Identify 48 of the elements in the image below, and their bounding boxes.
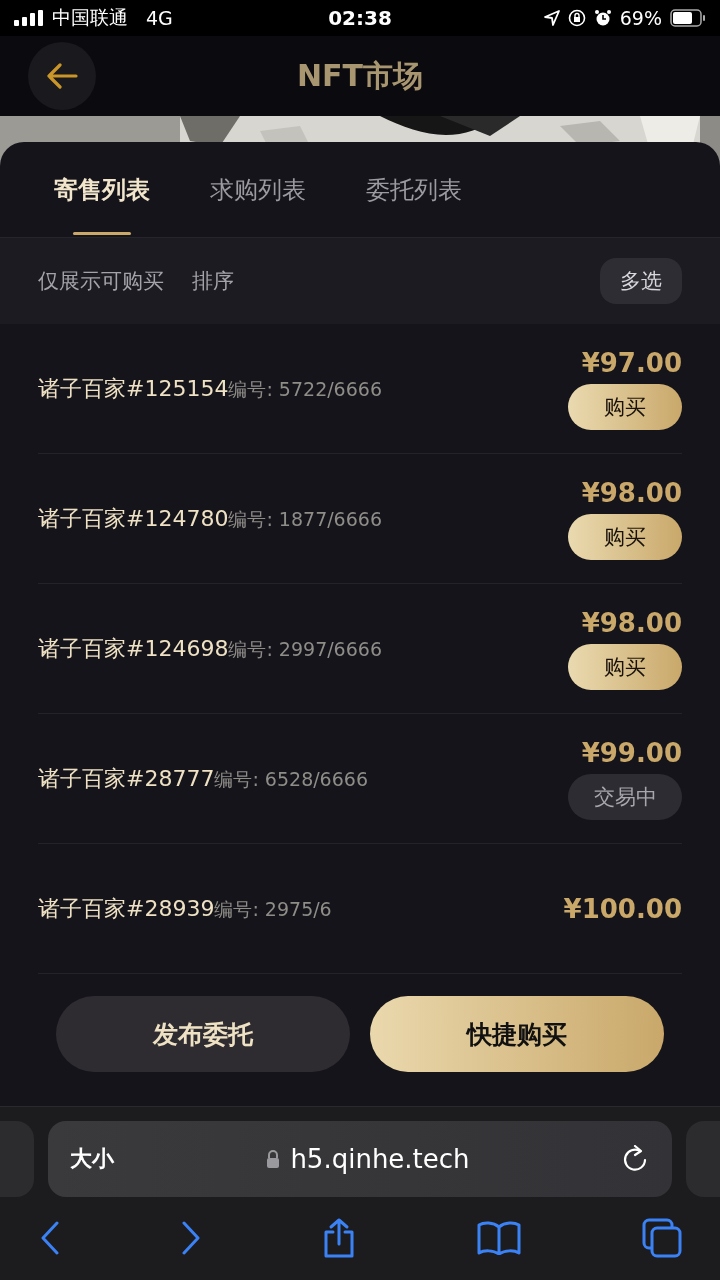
battery-icon xyxy=(670,9,706,27)
back-icon[interactable] xyxy=(40,1221,60,1255)
sort-button[interactable]: 排序 xyxy=(192,267,234,295)
carrier-name: 中国联通 xyxy=(52,5,128,30)
item-name: 诸子百家#28777 xyxy=(38,764,215,793)
only-buyable-filter[interactable]: 仅展示可购买 xyxy=(38,267,164,295)
clock-time: 02:38 xyxy=(328,6,392,30)
reload-icon[interactable] xyxy=(622,1145,648,1173)
item-name: 诸子百家#124780 xyxy=(38,504,229,533)
serial-number: 编号: 6528/6666 xyxy=(214,766,368,792)
price: ¥98.00 xyxy=(581,607,682,638)
address-bar[interactable]: 大小 h5.qinhe.tech xyxy=(48,1121,672,1197)
location-icon xyxy=(543,10,560,26)
price: ¥97.00 xyxy=(581,347,682,378)
book-icon[interactable] xyxy=(477,1221,521,1255)
price: ¥100.00 xyxy=(563,893,682,924)
serial-number: 编号: 1877/6666 xyxy=(228,506,382,532)
trading-status-badge: 交易中 xyxy=(568,773,682,820)
price: ¥98.00 xyxy=(581,477,682,508)
tab[interactable]: 求购列表 xyxy=(196,142,320,237)
rotation-lock-icon xyxy=(567,9,586,27)
item-name: 诸子百家#125154 xyxy=(38,374,229,403)
serial-number: 编号: 2975/6 xyxy=(214,896,332,922)
forward-icon[interactable] xyxy=(181,1221,201,1255)
publish-button[interactable]: 发布委托 xyxy=(56,996,350,1072)
serial-number: 编号: 2997/6666 xyxy=(228,636,382,662)
lock-icon xyxy=(266,1150,281,1168)
alarm-icon xyxy=(593,9,612,27)
tab[interactable]: 委托列表 xyxy=(352,142,476,237)
quick-buy-button[interactable]: 快捷购买 xyxy=(370,996,664,1072)
buy-button[interactable]: 购买 xyxy=(568,383,682,430)
back-arrow-icon xyxy=(46,63,78,89)
price: ¥99.00 xyxy=(581,737,682,768)
url-text: h5.qinhe.tech xyxy=(290,1144,470,1174)
page-title: NFT市场 xyxy=(295,56,425,95)
buy-button[interactable]: 购买 xyxy=(568,643,682,690)
signal-icon xyxy=(14,10,44,26)
item-name: 诸子百家#28939 xyxy=(38,894,215,923)
buy-button[interactable]: 购买 xyxy=(568,513,682,560)
item-name: 诸子百家#124698 xyxy=(38,634,229,663)
tab[interactable]: 寄售列表 xyxy=(40,142,164,237)
battery-percent: 69% xyxy=(619,7,662,29)
network-type: 4G xyxy=(146,7,173,29)
tabs-icon[interactable] xyxy=(642,1218,682,1258)
share-icon[interactable] xyxy=(322,1218,356,1258)
serial-number: 编号: 5722/6666 xyxy=(228,376,382,402)
multi-select-button[interactable]: 多选 xyxy=(600,258,682,304)
text-size-button[interactable]: 大小 xyxy=(70,1144,114,1174)
